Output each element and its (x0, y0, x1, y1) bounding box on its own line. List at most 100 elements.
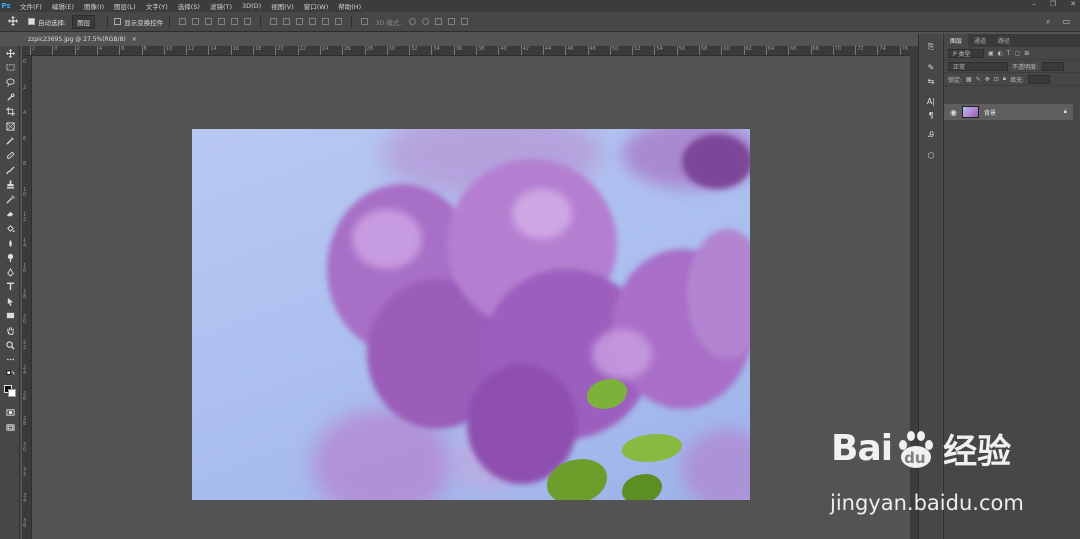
layer-name[interactable]: 背景 (984, 108, 996, 117)
filter-smart-object-icon[interactable]: ⊞ (1024, 50, 1029, 57)
align-top-icon[interactable] (179, 18, 187, 25)
background-color-swatch[interactable] (8, 388, 16, 397)
history-brush-tool-icon[interactable] (0, 192, 20, 207)
brush-settings-icon[interactable]: ✎ (919, 60, 943, 74)
show-transform-checkbox[interactable] (114, 18, 122, 25)
dodge-tool-icon[interactable] (0, 250, 20, 265)
pen-tool-icon[interactable] (0, 265, 20, 280)
show-transform-label: 显示变换控件 (124, 18, 164, 27)
auto-select-checkbox[interactable] (28, 18, 35, 25)
distribute-left-icon[interactable] (309, 18, 317, 25)
menu-layer[interactable]: 图层(L) (114, 1, 136, 11)
adjustments-panel-icon[interactable]: ⇆ (919, 74, 943, 88)
marquee-tool-icon[interactable] (0, 61, 20, 76)
blur-tool-icon[interactable] (0, 236, 20, 251)
auto-align-icon[interactable] (361, 18, 369, 25)
lock-all-icon[interactable]: 🔒︎ (1003, 75, 1006, 83)
distribute-right-icon[interactable] (335, 18, 343, 25)
minimize-icon[interactable]: – (1032, 0, 1036, 8)
screen-mode-icon[interactable] (0, 420, 20, 435)
frame-tool-icon[interactable] (0, 119, 20, 134)
filter-type-icon[interactable]: T (1007, 50, 1011, 57)
menu-edit[interactable]: 编辑(E) (52, 1, 74, 11)
3d-drag-icon[interactable] (434, 18, 442, 25)
auto-select-dropdown[interactable]: 图层 (72, 14, 96, 29)
document-image[interactable] (192, 129, 750, 500)
ruler-top-tick (96, 46, 98, 55)
quick-mask-icon[interactable] (0, 406, 20, 421)
ruler-top-tick (230, 46, 232, 55)
menu-window[interactable]: 窗口(W) (304, 1, 329, 11)
close-window-icon[interactable]: ✕ (1070, 0, 1076, 8)
crop-tool-icon[interactable] (0, 104, 20, 119)
3d-slide-icon[interactable] (447, 18, 455, 25)
align-left-icon[interactable] (218, 18, 226, 25)
fill-field[interactable] (1028, 74, 1051, 84)
close-tab-icon[interactable]: × (132, 36, 137, 43)
clone-stamp-tool-icon[interactable] (0, 177, 20, 192)
3d-panel-icon[interactable]: ⬡ (919, 148, 943, 162)
align-bottom-icon[interactable] (205, 18, 213, 25)
distribute-bottom-icon[interactable] (296, 18, 304, 25)
move-tool-icon[interactable] (0, 46, 20, 61)
paint-bucket-tool-icon[interactable] (0, 221, 20, 236)
default-colors-icon[interactable] (0, 367, 20, 382)
lock-pixels-icon[interactable]: ▦ (966, 76, 972, 83)
menu-type[interactable]: 文字(Y) (146, 1, 168, 11)
hand-tool-icon[interactable] (0, 323, 20, 338)
blend-mode-dropdown[interactable]: 正常 (948, 61, 1008, 71)
lock-position-icon[interactable]: ✥ (985, 76, 990, 83)
lock-image-icon[interactable]: ✎ (976, 76, 981, 83)
more-tools-icon[interactable] (0, 352, 20, 367)
document-tab[interactable]: zzpic23695.jpg @ 27.5%(RGB/8) × (22, 33, 143, 46)
workspace-icon[interactable]: ▭ (1062, 17, 1070, 27)
search-icon[interactable]: ⌕ (1046, 17, 1050, 27)
menu-3d[interactable]: 3D(D) (242, 2, 261, 10)
align-vcenter-icon[interactable] (192, 18, 200, 25)
zoom-tool-icon[interactable] (0, 338, 20, 353)
lock-artboard-icon[interactable]: ⊡ (994, 76, 999, 83)
menu-view[interactable]: 视图(V) (271, 1, 294, 11)
distribute-top-icon[interactable] (270, 18, 278, 25)
brush-tool-icon[interactable] (0, 163, 20, 178)
align-right-icon[interactable] (244, 18, 252, 25)
lasso-tool-icon[interactable] (0, 75, 20, 90)
menu-help[interactable]: 帮助(H) (338, 1, 361, 11)
glyphs-panel-icon[interactable]: Ꭿ (919, 128, 943, 142)
eraser-tool-icon[interactable] (0, 207, 20, 222)
filter-pixel-icon[interactable]: ▣ (988, 50, 994, 57)
menu-image[interactable]: 图像(I) (84, 1, 104, 11)
quick-select-tool-icon[interactable] (0, 90, 20, 105)
character-panel-icon[interactable]: A| (919, 94, 943, 108)
paragraph-panel-icon[interactable]: ¶ (919, 108, 943, 122)
menu-file[interactable]: 文件(F) (20, 1, 42, 11)
opacity-field[interactable] (1042, 61, 1065, 71)
ruler-top-tick (587, 46, 589, 55)
rectangle-tool-icon[interactable] (0, 309, 20, 324)
type-tool-icon[interactable] (0, 280, 20, 295)
menu-select[interactable]: 选择(S) (178, 1, 200, 11)
tab-channels[interactable]: 通道 (968, 34, 992, 47)
move-tool-icon[interactable] (8, 15, 18, 28)
distribute-hcenter-icon[interactable] (322, 18, 330, 25)
layer-row-background[interactable]: ◉ 背景 🔒︎ (944, 104, 1073, 120)
healing-brush-tool-icon[interactable] (0, 148, 20, 163)
visibility-eye-icon[interactable]: ◉ (950, 108, 957, 117)
path-selection-tool-icon[interactable] (0, 294, 20, 309)
distribute-vcenter-icon[interactable] (283, 18, 291, 25)
layer-kind-filter[interactable]: P 类型 (948, 48, 984, 58)
3d-roll-icon[interactable] (421, 18, 429, 25)
menu-filter[interactable]: 滤镜(T) (210, 1, 232, 11)
3d-rotate-icon[interactable] (408, 18, 416, 25)
tab-paths[interactable]: 路径 (992, 34, 1016, 47)
tab-layers[interactable]: 图层 (944, 34, 969, 47)
filter-adjustment-icon[interactable]: ◐ (998, 50, 1003, 57)
eyedropper-tool-icon[interactable] (0, 134, 20, 149)
filter-shape-icon[interactable]: ▢ (1015, 50, 1021, 57)
ruler-top-label: 2 (76, 46, 80, 52)
3d-scale-icon[interactable] (460, 18, 468, 25)
restore-icon[interactable]: ❐ (1050, 0, 1056, 8)
align-hcenter-icon[interactable] (231, 18, 239, 25)
history-panel-icon[interactable]: ⎘ (919, 40, 943, 54)
color-swatches[interactable] (0, 382, 20, 406)
